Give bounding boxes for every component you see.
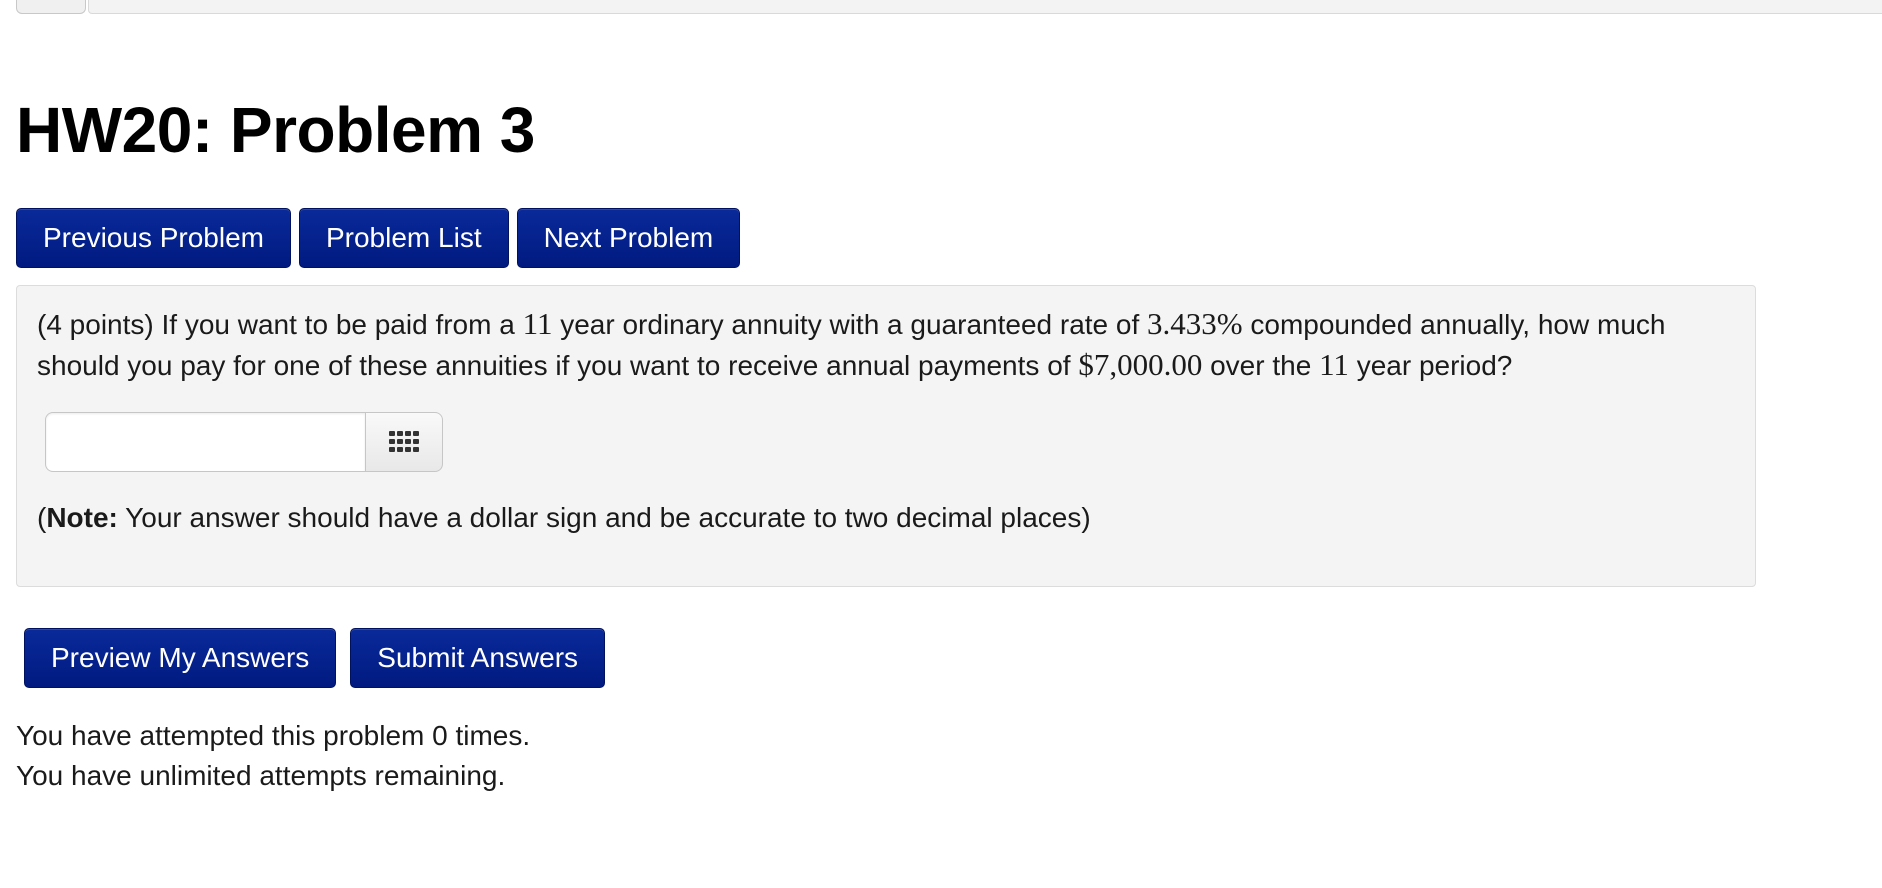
top-toolbar xyxy=(88,0,1882,14)
problem-panel: (4 points) If you want to be paid from a… xyxy=(16,285,1756,587)
problem-text-2: year ordinary annuity with a guaranteed … xyxy=(552,309,1148,340)
submit-answers-button[interactable]: Submit Answers xyxy=(350,628,606,688)
page-title: HW20: Problem 3 xyxy=(16,94,535,166)
problem-text-1: If you want to be paid from a xyxy=(153,309,523,340)
preview-answers-button[interactable]: Preview My Answers xyxy=(24,628,337,688)
problem-text-5: year period? xyxy=(1348,350,1513,381)
answer-note: (Note: Your answer should have a dollar … xyxy=(37,502,1091,534)
attempts-remaining-text: You have unlimited attempts remaining. xyxy=(16,760,506,791)
note-open: ( xyxy=(37,502,47,533)
problem-statement: (4 points) If you want to be paid from a… xyxy=(37,304,1737,386)
problem-points: (4 points) xyxy=(37,309,154,340)
answer-group xyxy=(45,412,443,472)
answer-actions: Preview My Answers Submit Answers xyxy=(24,628,606,688)
math-period: 11 xyxy=(1319,347,1349,382)
math-years: 11 xyxy=(522,306,553,341)
problem-text-4: over the xyxy=(1202,350,1320,381)
problem-navigation: Previous Problem Problem List Next Probl… xyxy=(16,208,741,268)
top-toolbar-button[interactable] xyxy=(16,0,86,14)
note-text: Your answer should have a dollar sign an… xyxy=(117,502,1091,533)
previous-problem-button[interactable]: Previous Problem xyxy=(16,208,291,268)
math-payment: $7,000.00 xyxy=(1078,347,1203,382)
note-label: Note: xyxy=(46,502,118,533)
keypad-button[interactable] xyxy=(365,412,443,472)
next-problem-button[interactable]: Next Problem xyxy=(516,208,741,268)
keypad-grid-icon xyxy=(389,431,419,452)
attempt-status: You have attempted this problem 0 times.… xyxy=(16,716,530,796)
problem-list-button[interactable]: Problem List xyxy=(298,208,509,268)
math-rate: 3.433% xyxy=(1147,306,1243,341)
answer-input[interactable] xyxy=(45,412,365,472)
attempts-count-text: You have attempted this problem 0 times. xyxy=(16,720,531,751)
